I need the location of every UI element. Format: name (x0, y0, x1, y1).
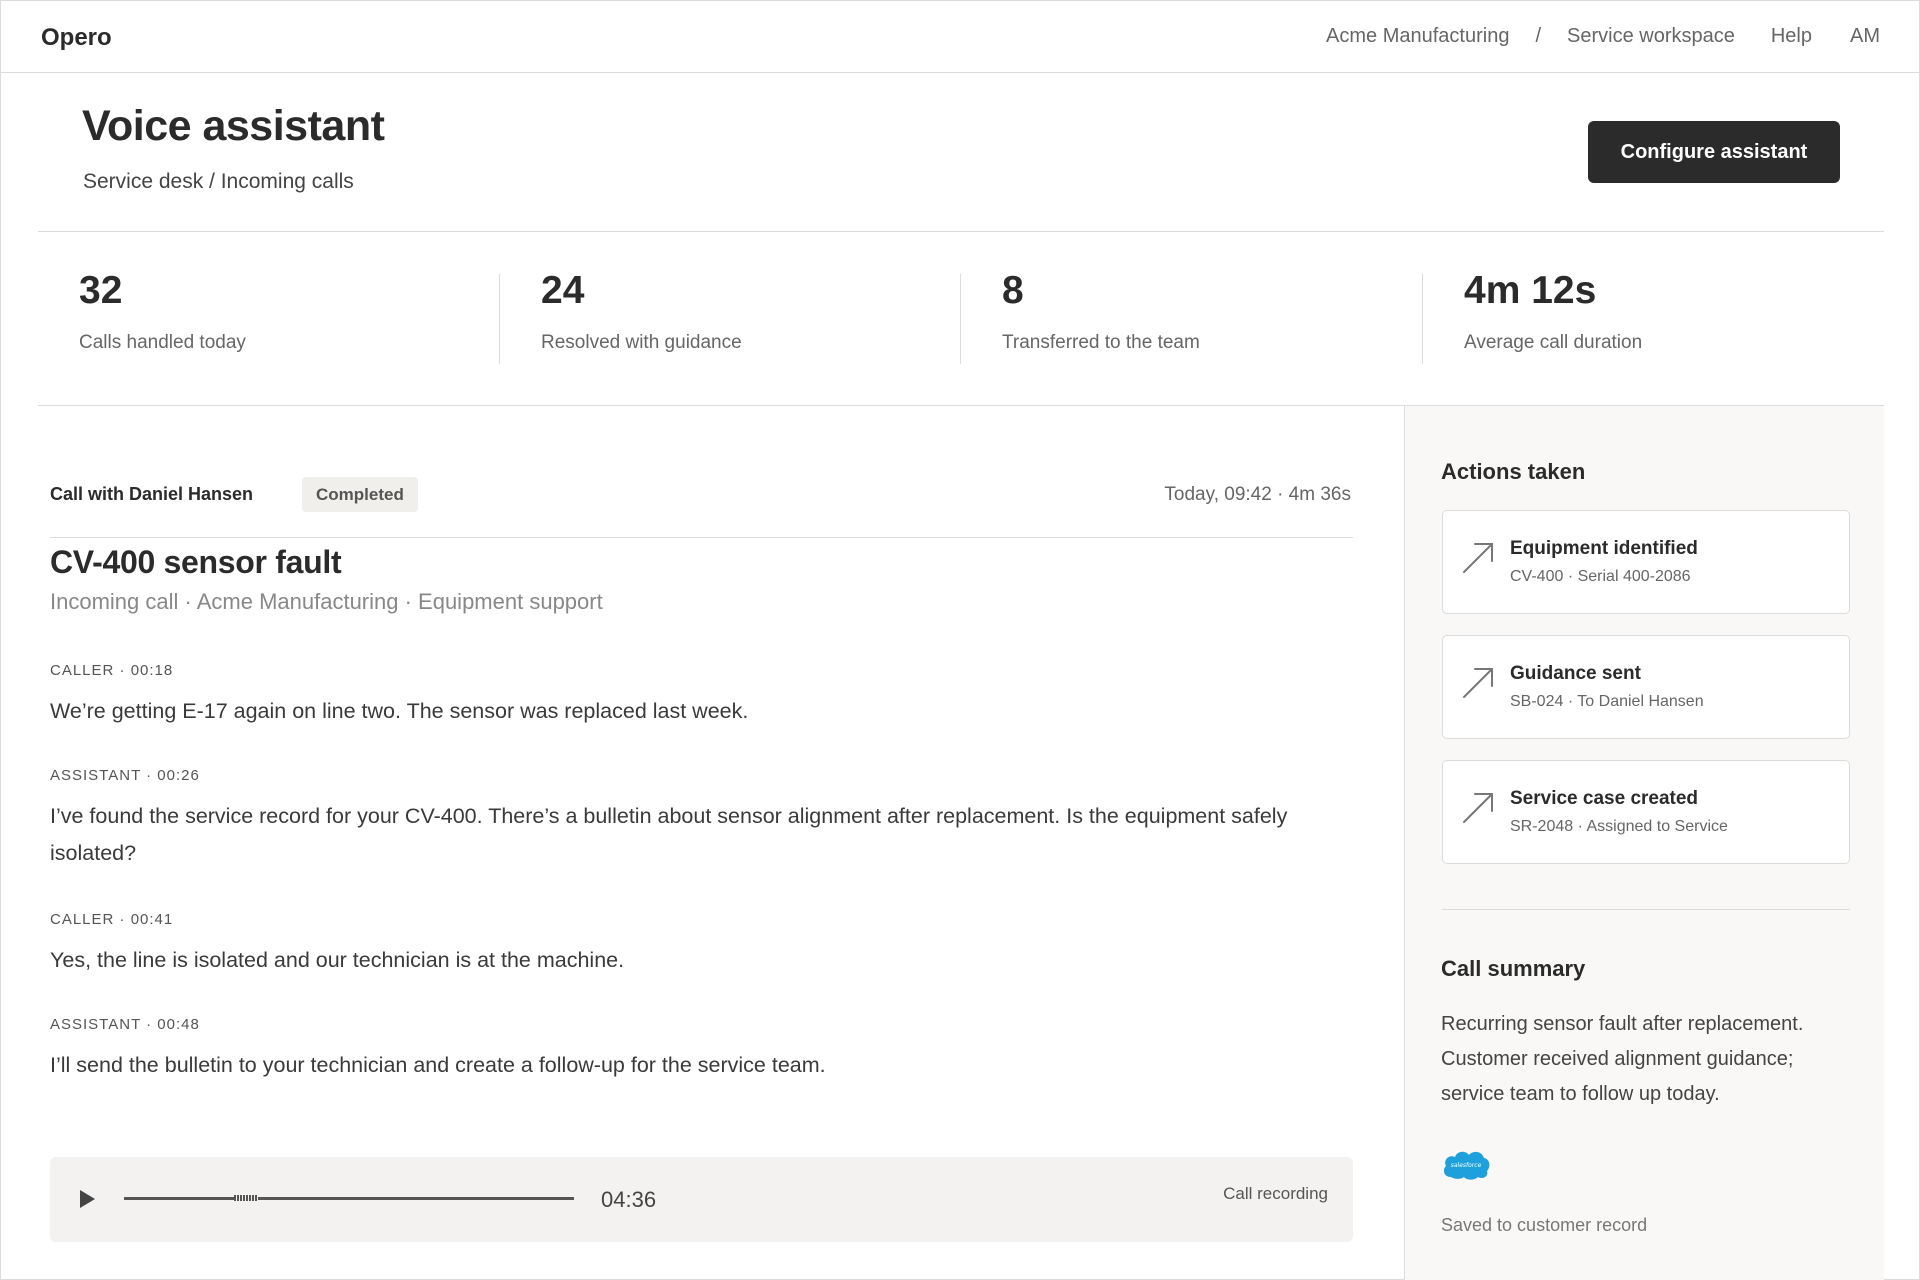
arrow-up-right-icon (1463, 793, 1493, 823)
play-icon[interactable] (75, 1187, 99, 1211)
workspace-link[interactable]: Service workspace (1567, 25, 1735, 48)
page-title: Voice assistant (82, 102, 385, 150)
stat-resolved: 24 Resolved with guidance (541, 271, 742, 365)
transcript-message: Yes, the line is isolated and our techni… (50, 948, 625, 972)
salesforce-logo: salesforce (1443, 1151, 1490, 1180)
stat-divider (1422, 274, 1423, 364)
stat-value: 8 (1002, 269, 1024, 312)
action-title: Guidance sent (1510, 663, 1641, 684)
call-timestamp: Today, 09:42 · 4m 36s (1164, 484, 1351, 505)
actions-heading: Actions taken (1441, 459, 1586, 484)
org-link[interactable]: Acme Manufacturing (1326, 25, 1509, 48)
call-title: CV-400 sensor fault (50, 544, 342, 580)
transcript-speaker-label: CALLER · 00:41 (50, 911, 174, 928)
stat-average-duration: 4m 12s Average call duration (1464, 271, 1642, 365)
transcript-speaker-label: ASSISTANT · 00:48 (50, 1016, 200, 1033)
recording-duration: 04:36 (601, 1187, 657, 1212)
stat-divider (499, 274, 500, 364)
action-card-guidance[interactable]: Guidance sent SB-024 · To Daniel Hansen (1442, 635, 1850, 739)
call-summary: Recurring sensor fault after replacement… (1441, 1013, 1804, 1105)
arrow-up-right-icon (1463, 543, 1493, 573)
side-panel: Actions taken Equipment identified CV-40… (1404, 406, 1884, 1280)
action-title: Service case created (1510, 788, 1699, 809)
action-subtitle: CV-400 · Serial 400-2086 (1510, 568, 1691, 585)
audio-player: 04:36 Call recording (50, 1157, 1353, 1242)
arrow-up-right-icon (1463, 668, 1493, 698)
salesforce-logo-text: salesforce (1451, 1162, 1482, 1169)
stat-value: 32 (79, 269, 123, 312)
transcript-message: I’ve found the service record for your C… (50, 804, 1288, 865)
stat-label: Average call duration (1464, 332, 1643, 353)
stat-label: Calls handled today (79, 332, 246, 353)
action-card-equipment[interactable]: Equipment identified CV-400 · Serial 400… (1442, 510, 1850, 614)
divider (50, 537, 1353, 538)
app-logo[interactable]: Opero (41, 24, 112, 52)
stat-label: Transferred to the team (1002, 332, 1200, 353)
status-badge: Completed (302, 477, 418, 512)
transcript-message: I’ll send the bulletin to your technicia… (50, 1053, 826, 1077)
stat-label: Resolved with guidance (541, 332, 742, 353)
saved-status: Saved to customer record (1441, 1215, 1648, 1235)
stat-transferred: 8 Transferred to the team (1002, 271, 1200, 365)
app-frame: Opero Acme Manufacturing / Service works… (0, 0, 1920, 1280)
action-subtitle: SB-024 · To Daniel Hansen (1510, 693, 1704, 710)
divider (1442, 909, 1850, 910)
call-with-label: Call with Daniel Hansen (50, 484, 254, 504)
scrubber-handle[interactable] (234, 1195, 258, 1201)
action-subtitle: SR-2048 · Assigned to Service (1510, 818, 1728, 835)
configure-assistant-button[interactable]: Configure assistant (1588, 121, 1840, 183)
top-bar: Opero Acme Manufacturing / Service works… (1, 1, 1919, 73)
call-meta: Incoming call · Acme Manufacturing · Equ… (50, 589, 603, 614)
transcript-message: We’re getting E-17 again on line two. Th… (50, 699, 749, 723)
user-avatar[interactable]: AM (1850, 25, 1880, 48)
stat-value: 24 (541, 269, 585, 312)
playback-scrubber[interactable] (124, 1195, 574, 1201)
transcript-speaker-label: ASSISTANT · 00:26 (50, 767, 200, 784)
nav-separator: / (1535, 25, 1542, 47)
action-card-service-case[interactable]: Service case created SR-2048 · Assigned … (1442, 760, 1850, 864)
divider (38, 231, 1884, 232)
stat-value: 4m 12s (1464, 269, 1597, 312)
summary-heading: Call summary (1441, 956, 1586, 981)
recording-label: Call recording (1223, 1184, 1328, 1203)
help-link[interactable]: Help (1771, 25, 1812, 48)
top-nav: Acme Manufacturing / Service workspace H… (1326, 25, 1880, 48)
transcript-speaker-label: CALLER · 00:18 (50, 662, 174, 679)
action-title: Equipment identified (1510, 538, 1698, 559)
stat-calls-handled: 32 Calls handled today (79, 271, 246, 365)
breadcrumb: Service desk / Incoming calls (83, 170, 354, 193)
stat-divider (960, 274, 961, 364)
